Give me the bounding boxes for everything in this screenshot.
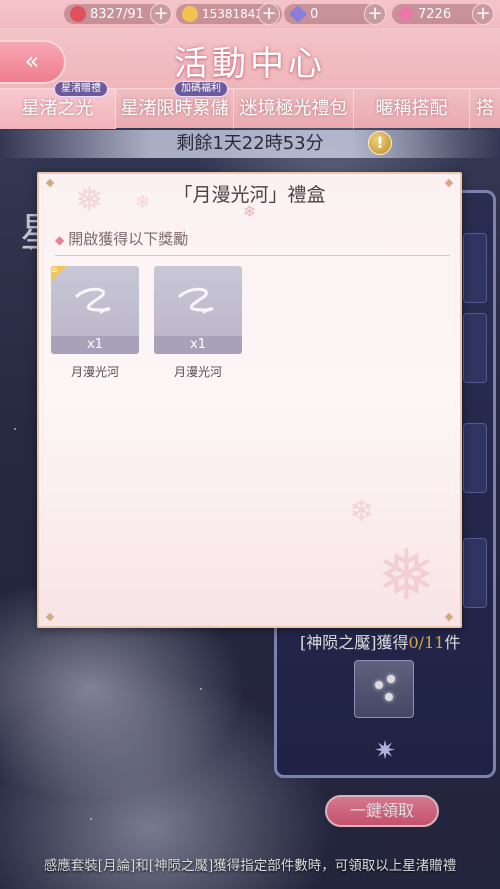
reward-section-header: ◆ 開啟獲得以下獎勵 xyxy=(55,228,450,256)
section-title: 開啟獲得以下獎勵 xyxy=(68,230,189,248)
back-button[interactable]: « xyxy=(0,40,66,84)
tab-badge: 加碼福利 xyxy=(174,81,228,97)
giftbox-modal: ❄ 「月漫光河」禮盒 ◆ 開啟獲得以下獎勵 ⌂ x1 月漫光河 x1 月漫光河 ❄… xyxy=(37,172,462,628)
diamond-icon xyxy=(288,4,308,24)
heart-icon xyxy=(70,6,86,22)
reward-item[interactable]: x1 月漫光河 xyxy=(154,266,242,380)
corner-ornament xyxy=(45,612,55,622)
add-diamond-button[interactable]: + xyxy=(364,3,386,25)
tab-bar: 星渚之光 星渚限時累儲 迷境極光禮包 暱稱搭配 搭 星渚贈禮 加碼福利 xyxy=(0,81,500,129)
tab-aurora-pack[interactable]: 迷境極光禮包 xyxy=(234,89,354,129)
reward-qty: x1 xyxy=(51,336,139,354)
reward-qty: x1 xyxy=(154,336,242,354)
diamond-value: 0 xyxy=(310,6,319,22)
resource-bar: 8327/91 + 15381842 + 0 + 7226 + xyxy=(0,0,500,28)
tab-label: 搭 xyxy=(476,98,494,119)
snowflake-decoration-icon: ❅ xyxy=(75,180,104,220)
snowflake-decoration-icon: ❅ xyxy=(377,534,436,616)
stamina-value: 8327/91 xyxy=(90,6,145,22)
reward-card[interactable]: ⌂ x1 xyxy=(51,266,139,354)
tab-label: 暱稱搭配 xyxy=(375,98,448,119)
info-icon[interactable]: ! xyxy=(368,131,392,155)
gold-value: 15381842 xyxy=(202,7,264,21)
corner-ornament xyxy=(444,612,454,622)
reward-item[interactable]: ⌂ x1 月漫光河 xyxy=(51,266,139,380)
snowflake-decoration-icon: ❄ xyxy=(349,494,375,529)
add-gem-button[interactable]: + xyxy=(472,3,494,25)
home-icon: ⌂ xyxy=(52,266,58,274)
reward-card[interactable]: x1 xyxy=(154,266,242,354)
snowflake-decoration-icon: ❄ xyxy=(135,192,151,213)
tab-more[interactable]: 搭 xyxy=(470,89,500,129)
tab-label: 迷境極光禮包 xyxy=(239,98,348,119)
cat-coin-icon xyxy=(182,6,198,22)
stamina-counter: 8327/91 xyxy=(64,4,164,24)
page-title: 活動中心 xyxy=(174,44,326,84)
diamond-bullet-icon: ◆ xyxy=(55,233,65,247)
tab-label: 星渚限時累儲 xyxy=(120,98,229,119)
reward-name: 月漫光河 xyxy=(70,365,119,379)
gem-value: 7226 xyxy=(418,6,452,22)
countdown-bar: 剩餘1天22時53分 xyxy=(0,130,500,158)
pink-gem-icon xyxy=(396,4,416,24)
countdown-text: 剩餘1天22時53分 xyxy=(176,133,324,154)
header: 活動中心 « xyxy=(0,28,500,88)
add-gold-button[interactable]: + xyxy=(258,3,280,25)
reward-name: 月漫光河 xyxy=(173,365,222,379)
tab-nickname-match[interactable]: 暱稱搭配 xyxy=(354,89,470,129)
tab-badge: 星渚贈禮 xyxy=(54,81,108,97)
tab-label: 星渚之光 xyxy=(21,98,94,119)
add-stamina-button[interactable]: + xyxy=(150,3,172,25)
